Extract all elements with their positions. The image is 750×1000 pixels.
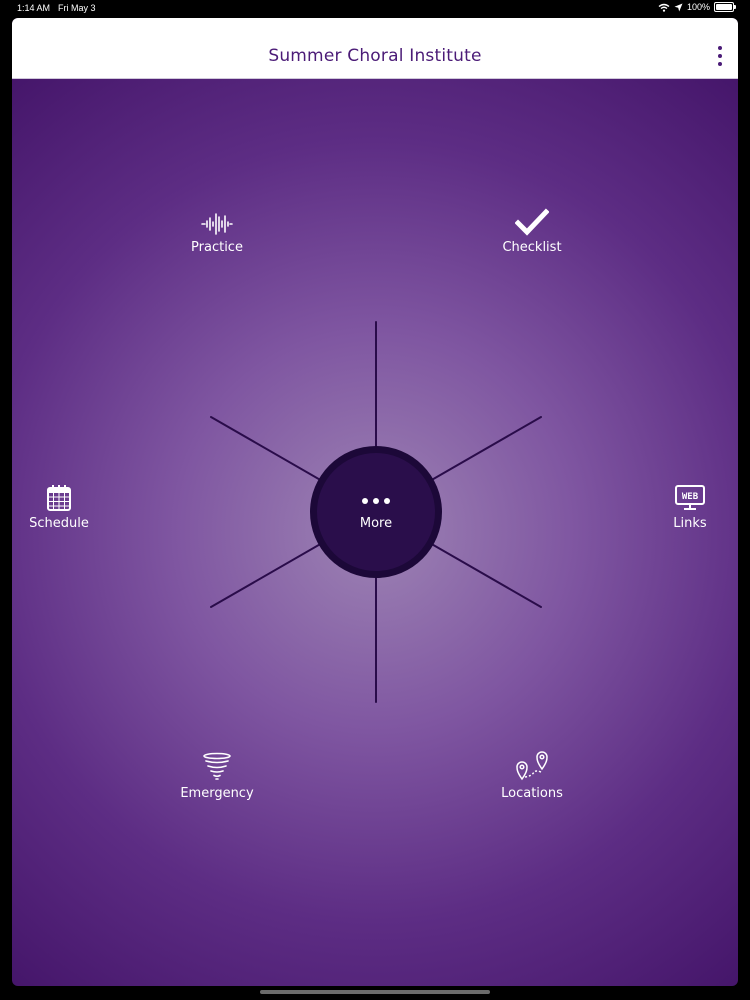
links-label: Links — [673, 516, 707, 531]
web-monitor-icon: WEB — [675, 485, 705, 510]
status-date: Fri May 3 — [58, 3, 96, 13]
app-window: Summer Choral Institute More Practice Ch… — [12, 18, 738, 986]
locations-label: Locations — [501, 786, 563, 801]
emergency-button[interactable]: Emergency — [162, 750, 272, 801]
status-time: 1:14 AM — [17, 3, 51, 13]
practice-label: Practice — [191, 240, 243, 255]
checklist-button[interactable]: Checklist — [477, 204, 587, 255]
locations-button[interactable]: Locations — [477, 750, 587, 801]
status-right: 100% — [658, 2, 736, 12]
location-arrow-icon — [674, 3, 683, 11]
checkmark-icon — [515, 208, 549, 236]
tornado-icon — [203, 752, 231, 780]
schedule-button[interactable]: Schedule — [12, 480, 114, 531]
emergency-label: Emergency — [180, 786, 254, 801]
practice-button[interactable]: Practice — [162, 204, 272, 255]
status-bar: 1:14 AM Fri May 3 100% — [0, 0, 750, 16]
battery-percent: 100% — [686, 2, 710, 12]
more-button[interactable]: More — [310, 446, 442, 578]
schedule-label: Schedule — [29, 516, 89, 531]
wifi-icon — [658, 3, 670, 12]
more-button-inner: More — [317, 453, 435, 571]
battery-icon — [714, 2, 736, 12]
checklist-label: Checklist — [502, 240, 562, 255]
map-pins-icon — [516, 751, 548, 781]
sound-wave-icon — [201, 213, 233, 235]
home-indicator[interactable] — [260, 990, 490, 994]
calendar-icon — [47, 485, 71, 511]
ellipsis-icon — [362, 497, 390, 504]
links-button[interactable]: WEB Links — [635, 480, 738, 531]
more-label: More — [359, 515, 393, 531]
svg-text:WEB: WEB — [682, 492, 699, 502]
